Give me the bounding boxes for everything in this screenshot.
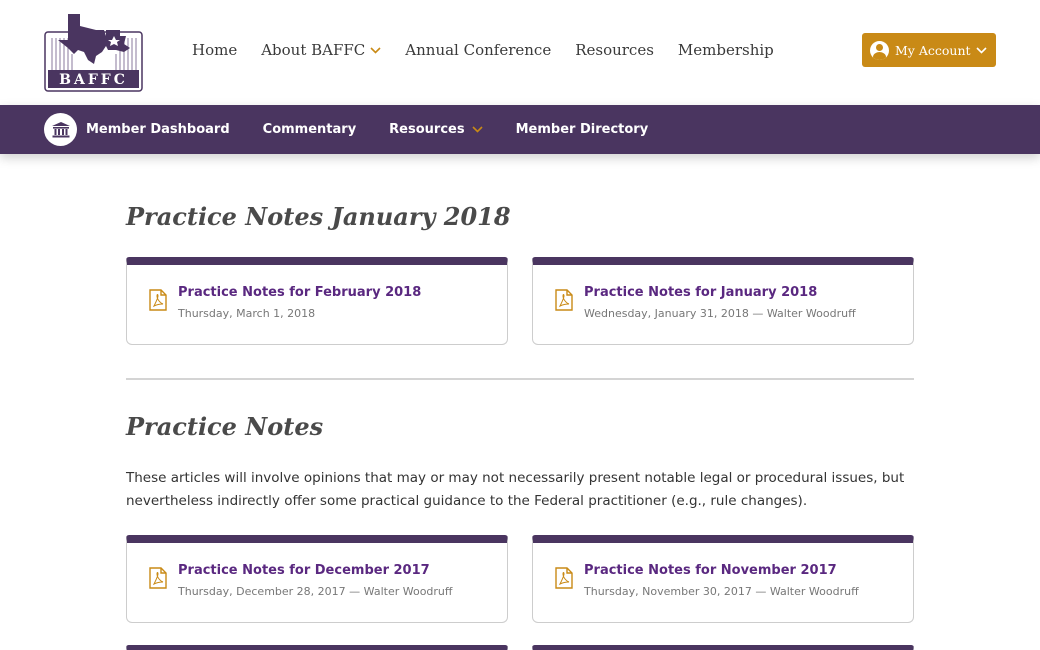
article-card[interactable]: Practice Notes for February 2018 Thursda… — [126, 257, 508, 345]
user-icon — [870, 40, 889, 60]
pdf-file-icon — [149, 289, 167, 311]
member-nav-resources-label: Resources — [389, 122, 465, 137]
member-nav-bar: Member Dashboard Commentary Resources Me… — [0, 105, 1040, 154]
article-card[interactable]: Practice Notes for January 2018 Wednesda… — [532, 257, 914, 345]
article-card[interactable]: Practice Notes for December 2017 Thursda… — [126, 535, 508, 623]
nav-home[interactable]: Home — [192, 41, 237, 59]
article-card[interactable] — [532, 645, 914, 650]
section-divider — [126, 378, 914, 380]
featured-section-title: Practice Notes January 2018 — [126, 202, 511, 231]
pdf-file-icon — [149, 567, 167, 589]
nav-resources[interactable]: Resources — [575, 41, 654, 59]
article-link[interactable]: Practice Notes for January 2018 — [584, 285, 817, 300]
my-account-label: My Account — [895, 42, 971, 58]
article-link[interactable]: Practice Notes for November 2017 — [584, 563, 837, 578]
practice-notes-intro: These articles will involve opinions tha… — [126, 470, 905, 509]
chevron-down-icon — [975, 46, 987, 54]
article-card[interactable]: Practice Notes for November 2017 Thursda… — [532, 535, 914, 623]
article-meta: Thursday, December 28, 2017 — Walter Woo… — [178, 585, 453, 598]
chevron-down-icon — [370, 46, 381, 54]
courthouse-icon — [44, 113, 77, 146]
pdf-file-icon — [555, 289, 573, 311]
member-nav-dashboard-label: Member Dashboard — [86, 122, 230, 137]
main-nav: Home About BAFFC Annual Conference Resou… — [192, 41, 798, 59]
article-meta: Thursday, March 1, 2018 — [178, 307, 316, 320]
nav-resources-label: Resources — [575, 41, 654, 59]
my-account-button[interactable]: My Account — [862, 33, 996, 67]
site-logo[interactable]: BAFFC — [44, 10, 144, 92]
member-nav-directory-label: Member Directory — [515, 122, 649, 137]
svg-text:BAFFC: BAFFC — [59, 72, 128, 88]
practice-notes-title: Practice Notes — [126, 412, 324, 441]
article-link[interactable]: Practice Notes for December 2017 — [178, 563, 430, 578]
nav-annual-conference-label: Annual Conference — [405, 41, 552, 59]
nav-home-label: Home — [192, 41, 238, 59]
article-meta: Wednesday, January 31, 2018 — Walter Woo… — [584, 307, 856, 320]
nav-membership[interactable]: Membership — [678, 41, 774, 59]
member-nav-resources[interactable]: Resources — [389, 122, 483, 137]
chevron-down-icon — [472, 126, 483, 133]
nav-annual-conference[interactable]: Annual Conference — [405, 41, 551, 59]
site-header: BAFFC Home About BAFFC Annual Conference… — [0, 0, 1040, 105]
article-meta: Thursday, November 30, 2017 — Walter Woo… — [584, 585, 859, 598]
member-nav-commentary-label: Commentary — [262, 122, 357, 137]
pdf-file-icon — [555, 567, 573, 589]
nav-about-label: About BAFFC — [261, 41, 366, 59]
member-nav-commentary[interactable]: Commentary — [263, 122, 357, 137]
nav-membership-label: Membership — [677, 41, 774, 59]
nav-about[interactable]: About BAFFC — [261, 41, 381, 59]
member-nav-dashboard[interactable]: Member Dashboard — [86, 122, 230, 137]
article-card[interactable] — [126, 645, 508, 650]
member-nav-directory[interactable]: Member Directory — [516, 122, 649, 137]
article-link[interactable]: Practice Notes for February 2018 — [178, 285, 421, 300]
member-nav: Member Dashboard Commentary Resources Me… — [86, 105, 681, 154]
